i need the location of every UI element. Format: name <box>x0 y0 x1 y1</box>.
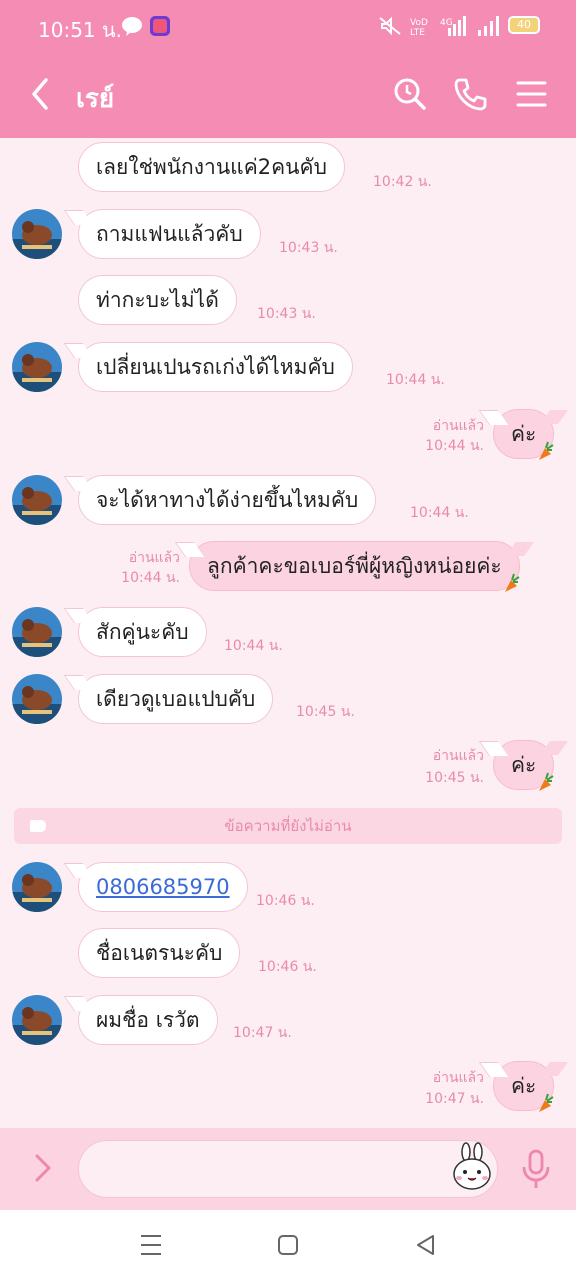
message-text: จะได้หาทางได้ง่ายขึ้นไหมคับ <box>96 488 359 512</box>
avatar[interactable] <box>12 342 62 392</box>
message-bubble[interactable]: ชื่อเนตรนะคับ <box>78 928 241 978</box>
svg-text:LTE: LTE <box>410 28 425 36</box>
battery-icon: 40 <box>508 16 540 34</box>
carrot-icon <box>539 441 554 460</box>
search-icon[interactable] <box>392 76 428 112</box>
message-bubble[interactable]: ท่ากะบะไม่ได้ <box>78 275 237 325</box>
message-text: ค่ะ <box>511 1074 537 1098</box>
message-text: ถามแฟนแล้วคับ <box>96 222 243 246</box>
message-time: 10:44 น. <box>224 638 283 654</box>
signal-4g-icon: 4G <box>440 16 466 36</box>
back-nav-icon[interactable] <box>413 1232 439 1258</box>
status-time: 10:51 น. <box>38 18 123 42</box>
carrot-icon <box>539 772 554 791</box>
read-receipt: อ่านแล้ว <box>432 748 484 764</box>
message-bubble[interactable]: สักคู่นะคับ <box>78 607 207 657</box>
message-time: 10:46 น. <box>258 959 317 975</box>
message-bubble[interactable]: จะได้หาทางได้ง่ายขึ้นไหมคับ <box>78 475 377 525</box>
chat-title: เรย์ <box>76 84 115 114</box>
message-time: 10:47 น. <box>425 1091 484 1107</box>
carrot-icon <box>504 573 520 592</box>
message-text: เดียวดูเบอแปบคับ <box>96 687 256 711</box>
line-notification-icon <box>122 17 142 36</box>
message-text: ลูกค้าคะขอเบอร์พี่ผู้หญิงหน่อยค่ะ <box>207 554 502 578</box>
message-text: เลยใช่พนักงานแค่2คนคับ <box>96 155 327 179</box>
message-input[interactable] <box>78 1140 498 1198</box>
message-text: เปลี่ยนเปนรถเก่งได้ไหมคับ <box>96 355 335 379</box>
svg-text:VoD: VoD <box>410 18 428 28</box>
unread-divider: ข้อความที่ยังไม่อ่าน <box>14 808 562 844</box>
back-icon[interactable] <box>26 76 56 112</box>
read-receipt: อ่านแล้ว <box>432 418 484 434</box>
message-bubble[interactable]: 0806685970 <box>78 862 248 912</box>
message-bubble[interactable]: ผมชื่อ เรวัต <box>78 995 218 1045</box>
avatar[interactable] <box>12 475 62 525</box>
avatar[interactable] <box>12 995 62 1045</box>
read-receipt: อ่านแล้ว <box>128 550 180 566</box>
avatar[interactable] <box>12 862 62 912</box>
message-bubble[interactable]: ถามแฟนแล้วคับ <box>78 209 261 259</box>
message-text: ท่ากะบะไม่ได้ <box>96 288 219 312</box>
message-time: 10:46 น. <box>256 893 315 909</box>
menu-icon[interactable] <box>514 76 550 112</box>
message-text: สักคู่นะคับ <box>96 620 189 644</box>
call-icon[interactable] <box>452 76 488 112</box>
avatar[interactable] <box>12 674 62 724</box>
signal-icon <box>478 16 499 36</box>
message-time: 10:42 น. <box>373 174 432 190</box>
unread-divider-label: ข้อความที่ยังไม่อ่าน <box>224 817 352 835</box>
message-time: 10:43 น. <box>279 240 338 256</box>
message-time: 10:47 น. <box>233 1025 292 1041</box>
my-message-bubble[interactable]: ค่ะ <box>493 740 555 791</box>
avatar[interactable] <box>12 607 62 657</box>
message-time: 10:45 น. <box>296 704 355 720</box>
my-message-bubble[interactable]: ค่ะ <box>493 1061 555 1112</box>
svg-text:4G: 4G <box>440 18 453 28</box>
sticker-icon[interactable] <box>448 1142 496 1192</box>
tag-icon <box>30 820 46 832</box>
message-time: 10:44 น. <box>410 505 469 521</box>
recent-apps-icon[interactable] <box>138 1232 164 1258</box>
chat-area[interactable]: เลยใช่พนักงานแค่2คนคับ 10:42 น. ถามแฟนแล… <box>0 138 576 1128</box>
carrot-icon <box>539 1093 554 1112</box>
system-nav-bar <box>0 1210 576 1280</box>
my-message-bubble[interactable]: ค่ะ <box>493 409 555 460</box>
message-time: 10:44 น. <box>386 372 445 388</box>
home-icon[interactable] <box>275 1232 301 1258</box>
message-input-bar <box>0 1128 576 1210</box>
message-time: 10:44 น. <box>121 570 180 586</box>
app-notification-icon <box>150 16 170 36</box>
message-bubble[interactable]: เลยใช่พนักงานแค่2คนคับ <box>78 142 345 192</box>
message-time: 10:45 น. <box>425 770 484 786</box>
my-message-bubble[interactable]: ลูกค้าคะขอเบอร์พี่ผู้หญิงหน่อยค่ะ <box>189 541 520 592</box>
message-bubble[interactable]: เปลี่ยนเปนรถเก่งได้ไหมคับ <box>78 342 353 392</box>
read-receipt: อ่านแล้ว <box>432 1070 484 1086</box>
message-bubble[interactable]: เดียวดูเบอแปบคับ <box>78 674 274 724</box>
message-text: ชื่อเนตรนะคับ <box>96 941 223 965</box>
message-text: ค่ะ <box>511 422 537 446</box>
message-text: ค่ะ <box>511 753 537 777</box>
message-time: 10:43 น. <box>257 306 316 322</box>
phone-number-link[interactable]: 0806685970 <box>96 875 230 899</box>
chat-header: เรย์ <box>0 52 576 138</box>
message-time: 10:44 น. <box>425 438 484 454</box>
status-bar: 10:51 น. VoD LTE 4G 40 <box>0 0 576 52</box>
avatar[interactable] <box>12 209 62 259</box>
mic-icon[interactable] <box>520 1148 552 1190</box>
volte-icon: VoDLTE <box>410 18 428 36</box>
expand-icon[interactable] <box>28 1150 58 1186</box>
message-text: ผมชื่อ เรวัต <box>96 1008 200 1032</box>
mute-icon <box>379 16 401 36</box>
